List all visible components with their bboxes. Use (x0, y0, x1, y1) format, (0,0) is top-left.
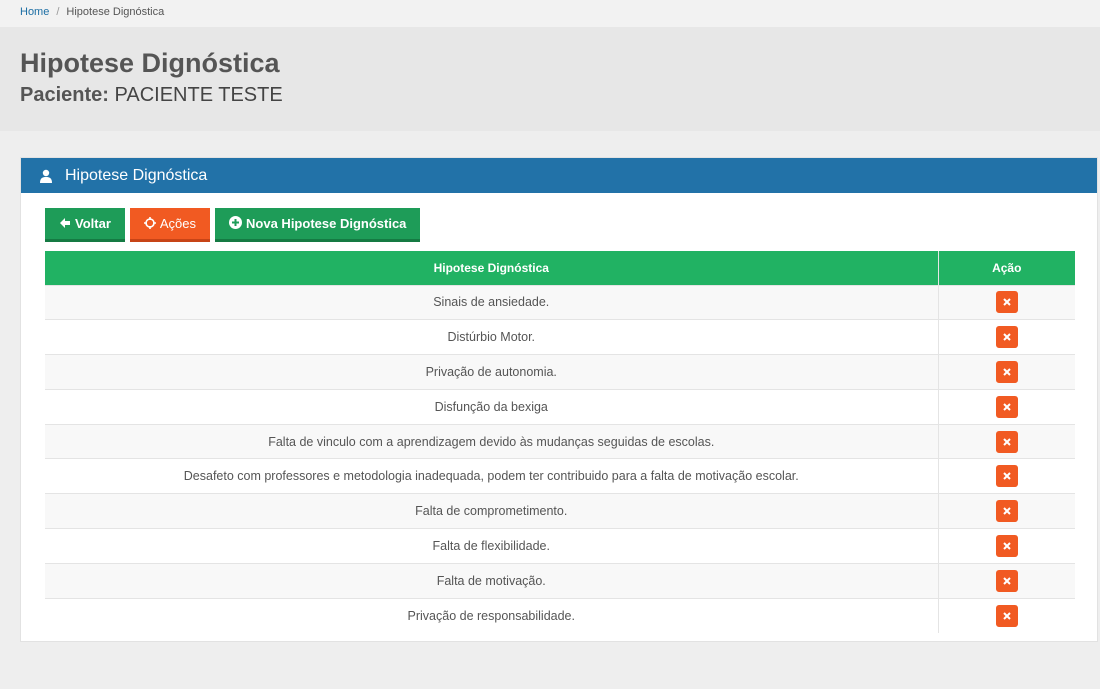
delete-button[interactable] (995, 465, 1018, 488)
action-cell (937, 458, 1075, 494)
table-row: Privação de responsabilidade. (45, 597, 1075, 633)
close-icon (1003, 403, 1011, 411)
delete-button[interactable] (995, 604, 1018, 627)
column-header-hypothesis: Hipotese Dignóstica (45, 251, 938, 285)
panel-heading: Hipotese Dignóstica (21, 158, 1097, 193)
hypothesis-panel: Hipotese Dignóstica Voltar Ações Nova Hi… (20, 157, 1098, 642)
action-cell (937, 388, 1075, 425)
hypothesis-cell: Falta de motivação. (45, 562, 938, 599)
crosshairs-icon (143, 216, 156, 231)
table-body: Sinais de ansiedade. Distúrbio Motor. Priv… (45, 284, 1075, 633)
hypothesis-cell: Sinais de ansiedade. (45, 284, 938, 320)
delete-button[interactable] (995, 291, 1018, 314)
patient-line: Paciente: PACIENTE TESTE (20, 84, 1080, 107)
toolbar: Voltar Ações Nova Hipotese Dignóstica (45, 208, 421, 242)
plus-circle-icon (229, 216, 243, 231)
close-icon (1003, 298, 1011, 307)
delete-button[interactable] (995, 534, 1018, 557)
hypothesis-table: Hipotese Dignóstica Ação Sinais de ansie… (45, 251, 1075, 633)
table-row: Desafeto com professores e metodologia i… (45, 458, 1075, 494)
patient-name: PACIENTE TESTE (114, 84, 283, 106)
delete-button[interactable] (995, 569, 1018, 592)
close-icon (1003, 507, 1011, 515)
arrow-left-icon (59, 217, 71, 231)
hypothesis-cell: Falta de vinculo com a aprendizagem devi… (45, 423, 938, 459)
user-icon (39, 169, 53, 183)
table-header-row: Hipotese Dignóstica Ação (45, 251, 1075, 285)
hypothesis-cell: Privação de responsabilidade. (45, 597, 938, 633)
new-hypothesis-button[interactable]: Nova Hipotese Dignóstica (215, 208, 421, 242)
table-row: Falta de motivação. (45, 562, 1075, 599)
delete-button[interactable] (995, 395, 1018, 418)
patient-label: Paciente: (20, 84, 109, 106)
breadcrumb-current: Hipotese Dignóstica (66, 6, 165, 18)
table-row: Falta de comprometimento. (45, 493, 1075, 529)
page-header: Hipotese Dignóstica Paciente: PACIENTE T… (0, 27, 1100, 131)
breadcrumb-home-link[interactable]: Home (20, 6, 49, 18)
close-icon (1003, 612, 1011, 620)
action-cell (937, 354, 1075, 390)
hypothesis-cell: Falta de comprometimento. (45, 493, 938, 529)
action-cell (937, 528, 1075, 564)
hypothesis-cell: Privação de autonomia. (45, 354, 938, 390)
back-button-label: Voltar (75, 216, 111, 231)
table-row: Privação de autonomia. (45, 354, 1075, 390)
breadcrumb: Home / Hipotese Dignóstica (0, 0, 1100, 27)
delete-button[interactable] (995, 326, 1018, 349)
table-row: Falta de flexibilidade. (45, 528, 1075, 564)
panel-title: Hipotese Dignóstica (65, 166, 208, 184)
close-icon (1003, 368, 1011, 376)
close-icon (1003, 542, 1011, 550)
hypothesis-cell: Disfunção da bexiga (45, 388, 938, 425)
hypothesis-cell: Desafeto com professores e metodologia i… (45, 458, 938, 494)
close-icon (1003, 333, 1011, 341)
back-button[interactable]: Voltar (45, 208, 125, 242)
breadcrumb-separator: / (56, 6, 60, 18)
column-header-action: Ação (937, 251, 1075, 285)
delete-button[interactable] (995, 500, 1018, 523)
actions-button-label: Ações (159, 216, 197, 231)
page-title: Hipotese Dignóstica (20, 48, 280, 78)
action-cell (937, 284, 1075, 320)
action-cell (937, 319, 1075, 355)
actions-button[interactable]: Ações (129, 208, 211, 242)
delete-button[interactable] (995, 430, 1018, 453)
hypothesis-cell: Falta de flexibilidade. (45, 528, 938, 564)
action-cell (937, 562, 1075, 599)
hypothesis-cell: Distúrbio Motor. (45, 319, 938, 355)
close-icon (1003, 577, 1011, 585)
new-hypothesis-button-label: Nova Hipotese Dignóstica (246, 216, 407, 231)
table-row: Distúrbio Motor. (45, 319, 1075, 355)
delete-button[interactable] (995, 360, 1018, 383)
table-row: Falta de vinculo com a aprendizagem devi… (45, 423, 1075, 459)
action-cell (937, 493, 1075, 529)
action-cell (937, 597, 1075, 633)
action-cell (937, 423, 1075, 459)
table-row: Disfunção da bexiga (45, 388, 1075, 425)
close-icon (1003, 472, 1011, 481)
table-row: Sinais de ansiedade. (45, 284, 1075, 320)
close-icon (1003, 437, 1011, 446)
